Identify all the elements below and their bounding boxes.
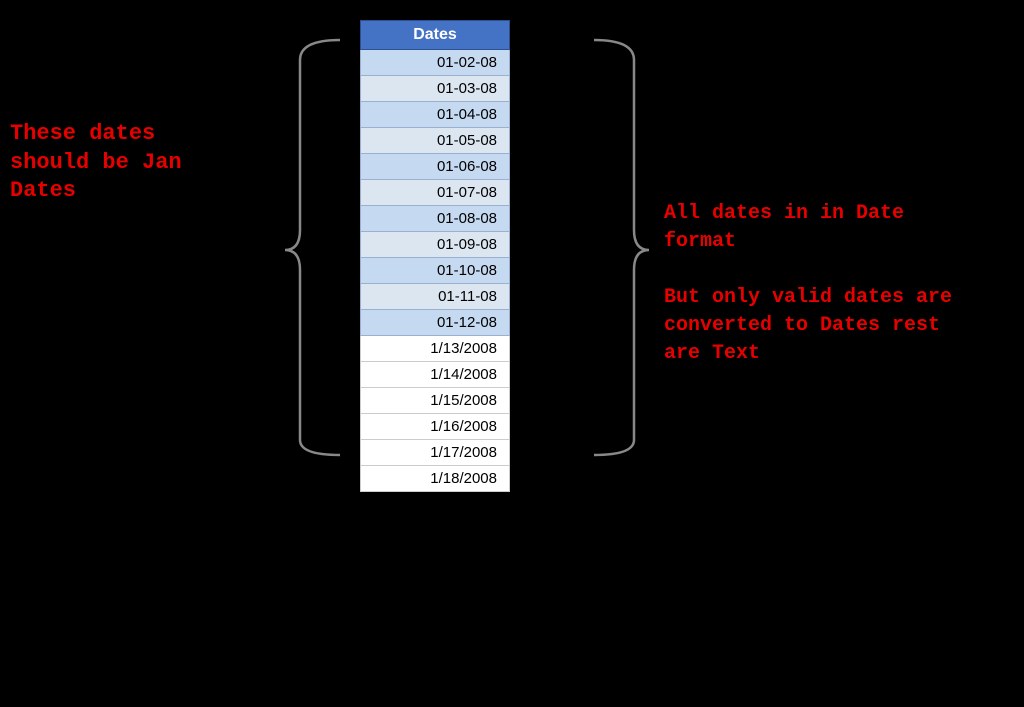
table-row: 1/14/2008	[361, 362, 510, 388]
main-container: Dates 01-02-0801-03-0801-04-0801-05-0801…	[0, 0, 1024, 707]
table-cell: 01-02-08	[361, 50, 510, 76]
table-row: 01-06-08	[361, 154, 510, 180]
left-brace-svg	[280, 30, 350, 460]
table-cell: 1/13/2008	[361, 336, 510, 362]
table-row: 01-11-08	[361, 284, 510, 310]
table-cell: 01-09-08	[361, 232, 510, 258]
table-cell: 1/15/2008	[361, 388, 510, 414]
right-annotation-line1: All dates in in Date format	[664, 202, 904, 253]
left-brace-container	[280, 30, 350, 465]
right-annotation-text: All dates in in Date format But only val…	[664, 200, 964, 368]
table-row: 1/13/2008	[361, 336, 510, 362]
table-cell: 01-12-08	[361, 310, 510, 336]
table-cell: 01-04-08	[361, 102, 510, 128]
table-row: 01-09-08	[361, 232, 510, 258]
table-row: 01-08-08	[361, 206, 510, 232]
table-cell: 1/16/2008	[361, 414, 510, 440]
table-row: 01-10-08	[361, 258, 510, 284]
table-cell: 01-11-08	[361, 284, 510, 310]
table-row: 1/17/2008	[361, 440, 510, 466]
table-container: Dates 01-02-0801-03-0801-04-0801-05-0801…	[360, 20, 510, 492]
table-row: 1/16/2008	[361, 414, 510, 440]
table-cell: 01-08-08	[361, 206, 510, 232]
table-cell: 1/17/2008	[361, 440, 510, 466]
table-row: 01-05-08	[361, 128, 510, 154]
right-brace-svg	[584, 30, 654, 460]
right-annotation: All dates in in Date format But only val…	[664, 200, 964, 368]
table-row: 01-02-08	[361, 50, 510, 76]
table-row: 1/15/2008	[361, 388, 510, 414]
table-header: Dates	[361, 21, 510, 50]
table-row: 01-03-08	[361, 76, 510, 102]
right-annotation-line2: But only valid dates are converted to Da…	[664, 286, 952, 365]
table-cell: 01-10-08	[361, 258, 510, 284]
left-annotation: These dates should be Jan Dates	[10, 120, 230, 206]
table-cell: 01-07-08	[361, 180, 510, 206]
table-row: 01-12-08	[361, 310, 510, 336]
table-cell: 1/14/2008	[361, 362, 510, 388]
left-annotation-text: These dates should be Jan Dates	[10, 120, 230, 206]
table-row: 1/18/2008	[361, 466, 510, 492]
table-cell: 01-06-08	[361, 154, 510, 180]
table-row: 01-04-08	[361, 102, 510, 128]
table-row: 01-07-08	[361, 180, 510, 206]
dates-table: Dates 01-02-0801-03-0801-04-0801-05-0801…	[360, 20, 510, 492]
table-cell: 01-03-08	[361, 76, 510, 102]
table-cell: 01-05-08	[361, 128, 510, 154]
table-cell: 1/18/2008	[361, 466, 510, 492]
right-brace-container	[584, 30, 654, 465]
